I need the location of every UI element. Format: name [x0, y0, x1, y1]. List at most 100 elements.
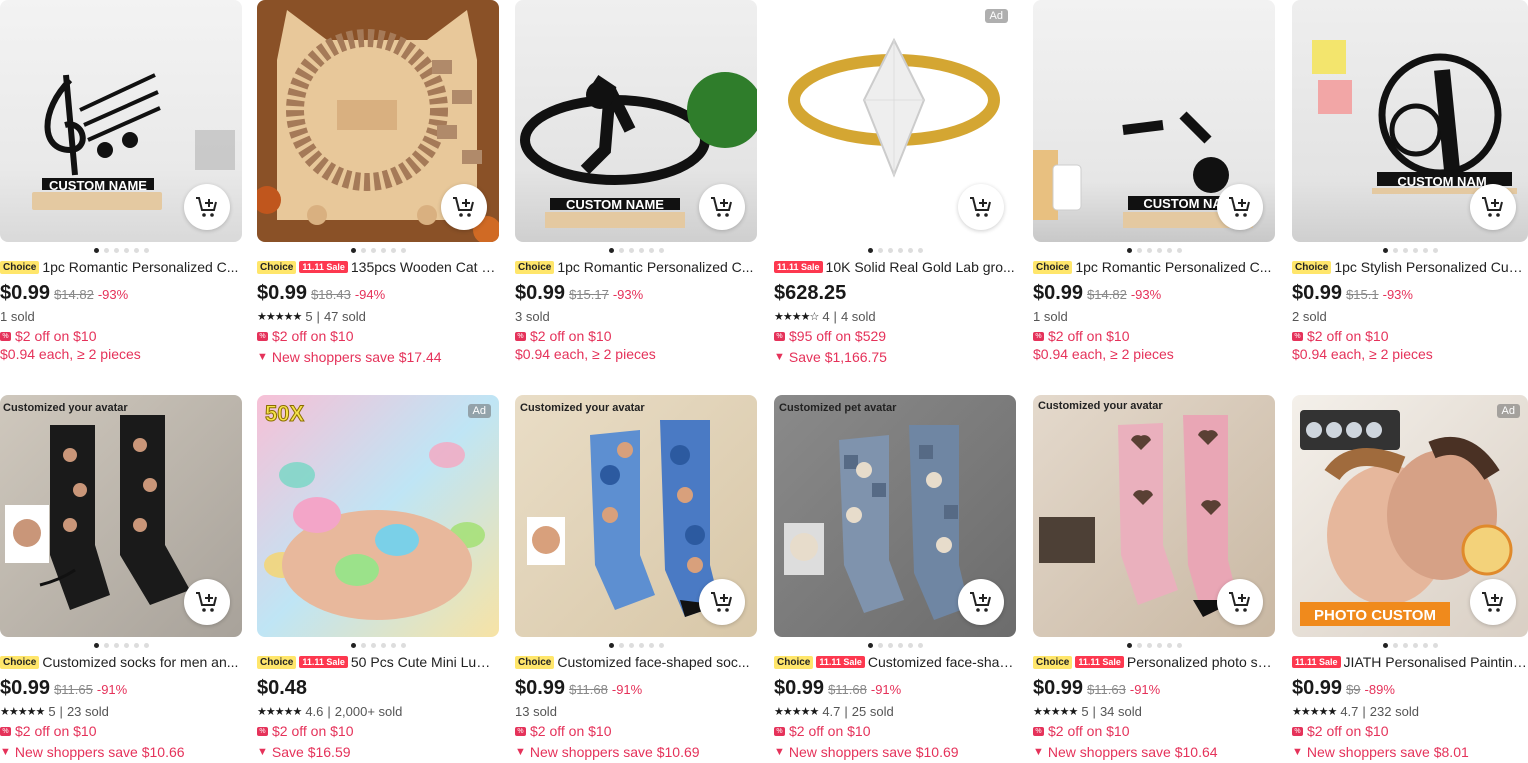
product-image[interactable]: Customized your avatar: [1033, 395, 1275, 637]
carousel-dots[interactable]: [1033, 242, 1275, 258]
add-to-cart-button[interactable]: [1217, 184, 1263, 230]
product-title[interactable]: Choice 1pc Stylish Personalized Cust...: [1292, 258, 1528, 276]
rating-value: 4.6: [305, 704, 324, 719]
product-card[interactable]: 50X Ad Choice 11.11 Sale 50 Pcs Cute Mini …: [257, 395, 499, 762]
flame-icon: ▼: [257, 746, 268, 758]
cart-plus-icon: [1481, 196, 1505, 218]
add-to-cart-button[interactable]: [699, 184, 745, 230]
product-card[interactable]: CUSTOM NAM Choice 1pc Romantic Personaliz…: [1033, 0, 1275, 366]
product-title[interactable]: Choice 1pc Romantic Personalized C...: [0, 258, 242, 276]
title-text: 1pc Romantic Personalized C...: [42, 259, 239, 275]
promo-text: $2 off on $10: [530, 328, 612, 344]
discount: -93%: [1382, 287, 1413, 302]
star-rating: ★★★★★: [257, 706, 302, 718]
bundle-text: $0.94 each, ≥ 2 pieces: [1033, 346, 1174, 362]
sale-badge: 11.11 Sale: [816, 656, 865, 668]
star-rating: ★★★★★: [0, 706, 45, 718]
add-to-cart-button[interactable]: [699, 579, 745, 625]
product-card[interactable]: CUSTOM NAM Choice 1pc Stylish Personalize…: [1292, 0, 1528, 366]
original-price: $14.82: [1087, 287, 1127, 302]
product-card[interactable]: PHOTO CUSTOM Ad 11.11 Sale JIATH Personal…: [1292, 395, 1528, 762]
sold-count: 1 sold: [1033, 309, 1068, 324]
add-to-cart-button[interactable]: [1470, 579, 1516, 625]
promo-text-2: New shoppers save $10.69: [788, 744, 959, 760]
flame-icon: ▼: [257, 351, 268, 363]
title-text: Personalized photo so...: [1126, 654, 1275, 670]
product-image[interactable]: PHOTO CUSTOM Ad: [1292, 395, 1528, 637]
sold-count: 232 sold: [1369, 704, 1419, 719]
product-image[interactable]: CUSTOM NAME: [515, 0, 757, 242]
add-to-cart-button[interactable]: [958, 579, 1004, 625]
star-rating: ★★★★★: [1033, 706, 1078, 718]
promo-text: $2 off on $10: [530, 723, 612, 739]
carousel-dots[interactable]: [0, 637, 242, 653]
product-title[interactable]: Choice Customized face-shaped soc...: [515, 653, 757, 671]
original-price: $15.1: [1346, 287, 1379, 302]
sold-count: 1 sold: [0, 309, 35, 324]
product-card[interactable]: CUSTOM NAME Choice 1pc Romantic Personali…: [515, 0, 757, 366]
product-title[interactable]: Choice 11.11 Sale Customized face-shap...: [774, 653, 1016, 671]
discount: -91%: [1129, 682, 1161, 697]
add-to-cart-button[interactable]: [184, 579, 230, 625]
image-text: CUSTOM NAME: [49, 178, 147, 193]
carousel-dots[interactable]: [0, 242, 242, 258]
carousel-dots[interactable]: [515, 637, 757, 653]
product-card[interactable]: Customized your avatar Choice Customized …: [0, 395, 242, 762]
price: $0.99: [515, 677, 566, 699]
product-card[interactable]: Ad 11.11 Sale 10K Solid Real Gold Lab gro…: [774, 0, 1016, 367]
title-text: 50 Pcs Cute Mini Lumi...: [350, 654, 499, 670]
product-image[interactable]: CUSTOM NAME: [0, 0, 242, 242]
carousel-dots[interactable]: [1292, 637, 1528, 653]
product-card[interactable]: Customized your avatar Choice Customized …: [515, 395, 757, 762]
carousel-dots[interactable]: [774, 242, 1016, 258]
discount: -91%: [96, 682, 128, 697]
carousel-dots[interactable]: [1292, 242, 1528, 258]
cart-plus-icon: [1228, 591, 1252, 613]
carousel-dots[interactable]: [774, 637, 1016, 653]
add-to-cart-button[interactable]: [958, 184, 1004, 230]
product-title[interactable]: Choice Customized socks for men an...: [0, 653, 242, 671]
title-text: 1pc Romantic Personalized C...: [557, 259, 754, 275]
product-title[interactable]: 11.11 Sale JIATH Personalised Painting ..…: [1292, 653, 1528, 671]
product-image[interactable]: 50X Ad: [257, 395, 499, 637]
cart-plus-icon: [1481, 591, 1505, 613]
product-image[interactable]: Customized pet avatar: [774, 395, 1016, 637]
coupon-icon: %: [1292, 331, 1303, 341]
product-card[interactable]: Choice 11.11 Sale 135pcs Wooden Cat P... $…: [257, 0, 499, 367]
flame-icon: ▼: [1033, 746, 1044, 758]
product-card[interactable]: Customized pet avatar Choice 11.11 Sale Cu…: [774, 395, 1016, 762]
price: $0.48: [257, 677, 308, 699]
image-text: Customized your avatar: [520, 402, 645, 414]
carousel-dots[interactable]: [515, 242, 757, 258]
product-title[interactable]: Choice 1pc Romantic Personalized C...: [515, 258, 757, 276]
carousel-dots[interactable]: [257, 242, 499, 258]
product-title[interactable]: Choice 11.11 Sale Personalized photo so...: [1033, 653, 1275, 671]
add-to-cart-button[interactable]: [184, 184, 230, 230]
add-to-cart-button[interactable]: [1217, 579, 1263, 625]
discount: -93%: [612, 287, 644, 302]
rating-value: 4.7: [1340, 704, 1359, 719]
price: $0.99: [1033, 677, 1084, 699]
product-image[interactable]: [257, 0, 499, 242]
carousel-dots[interactable]: [1033, 637, 1275, 653]
promo-text: $2 off on $10: [272, 723, 354, 739]
product-card[interactable]: CUSTOM NAME Choice 1pc Romantic Personali…: [0, 0, 242, 366]
product-image[interactable]: CUSTOM NAM: [1292, 0, 1528, 242]
product-image[interactable]: Customized your avatar: [0, 395, 242, 637]
price: $0.99: [0, 677, 51, 699]
original-price: $11.65: [54, 682, 93, 697]
product-title[interactable]: Choice 11.11 Sale 135pcs Wooden Cat P...: [257, 258, 499, 276]
promo-text-2: Save $16.59: [271, 744, 351, 760]
product-card[interactable]: Customized your avatar Choice 11.11 Sale P…: [1033, 395, 1275, 762]
product-title[interactable]: Choice 1pc Romantic Personalized C...: [1033, 258, 1275, 276]
product-title[interactable]: 11.11 Sale 10K Solid Real Gold Lab gro...: [774, 258, 1016, 276]
carousel-dots[interactable]: [257, 637, 499, 653]
coupon-icon: %: [257, 726, 268, 736]
add-to-cart-button[interactable]: [441, 184, 487, 230]
coupon-icon: %: [0, 726, 11, 736]
product-image[interactable]: CUSTOM NAM: [1033, 0, 1275, 242]
add-to-cart-button[interactable]: [1470, 184, 1516, 230]
product-title[interactable]: Choice 11.11 Sale 50 Pcs Cute Mini Lumi...: [257, 653, 499, 671]
product-image[interactable]: Ad: [774, 0, 1016, 242]
product-image[interactable]: Customized your avatar: [515, 395, 757, 637]
